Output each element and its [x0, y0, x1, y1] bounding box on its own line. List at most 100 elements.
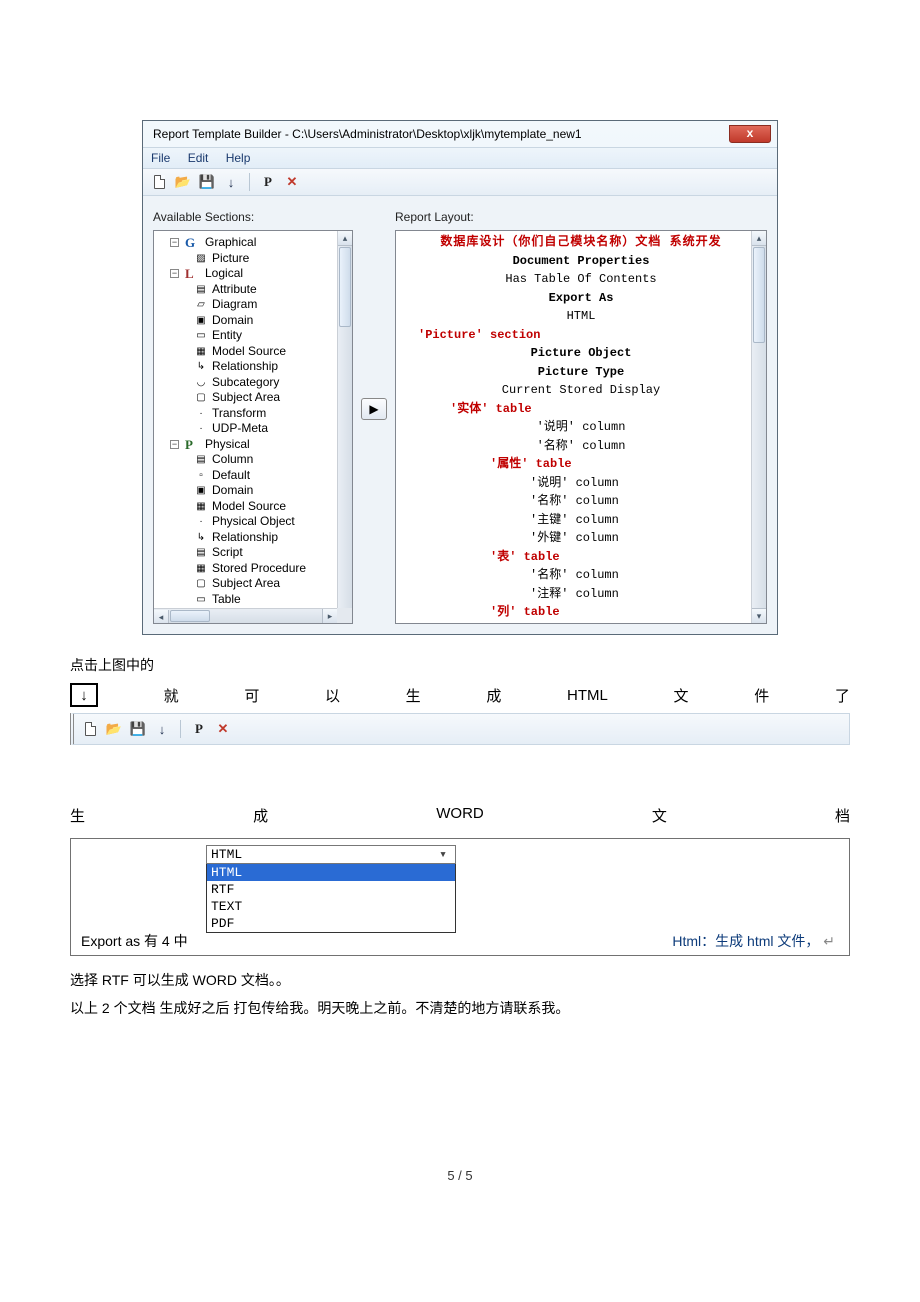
physical-object-icon: ·	[194, 516, 208, 528]
tree-graphical[interactable]: Graphical	[205, 235, 256, 251]
tree-relationship[interactable]: Relationship	[212, 359, 278, 375]
layout-has-toc[interactable]: Has Table Of Contents	[400, 270, 762, 289]
layout-col-name2[interactable]: '名称' column	[400, 492, 762, 511]
download-arrow-icon[interactable]: ↓	[154, 721, 170, 737]
scroll-thumb[interactable]	[170, 610, 210, 622]
layout-col-pk[interactable]: '主键' column	[400, 511, 762, 530]
layout-title[interactable]: 数据库设计（你们自己模块名称）文档 系统开发	[400, 233, 762, 252]
export-as-screenshot: Export as 有 4 中 HTML ▾ HTML RTF TEXT PDF…	[70, 838, 850, 956]
open-icon[interactable]: 📂	[175, 174, 191, 190]
scroll-up-icon[interactable]: ▴	[338, 231, 352, 246]
scroll-right-icon[interactable]: ▸	[322, 609, 337, 623]
save-icon[interactable]: 💾	[199, 174, 215, 190]
export-as-left-text: Export as 有 4 中	[71, 931, 188, 955]
report-layout-panel[interactable]: 数据库设计（你们自己模块名称）文档 系统开发 Document Properti…	[395, 230, 767, 624]
layout-col-name3[interactable]: '名称' column	[400, 566, 762, 585]
layout-col-fk[interactable]: '外键' column	[400, 529, 762, 548]
tree-default[interactable]: Default	[212, 468, 250, 484]
menu-file[interactable]: File	[151, 151, 170, 165]
tree-model-source[interactable]: Model Source	[212, 344, 286, 360]
export-right-note: Html：生成 html 文件， ↵	[672, 931, 835, 951]
layout-col-table[interactable]: '列' table	[400, 603, 762, 622]
dropdown-option-text[interactable]: TEXT	[207, 898, 455, 915]
tree-subject-area[interactable]: Subject Area	[212, 390, 280, 406]
expander-icon[interactable]: −	[170, 440, 179, 449]
tree-relationship2[interactable]: Relationship	[212, 530, 278, 546]
scroll-thumb[interactable]	[753, 247, 765, 343]
layout-export-as[interactable]: Export As	[400, 289, 762, 308]
layout-col-name[interactable]: '名称' column	[400, 437, 762, 456]
domain-icon: ▣	[194, 485, 208, 497]
tree-column[interactable]: Column	[212, 452, 253, 468]
tree-subject-area2[interactable]: Subject Area	[212, 576, 280, 592]
layout-current-stored[interactable]: Current Stored Display	[400, 381, 762, 400]
scroll-left-icon[interactable]: ◂	[154, 610, 169, 624]
dropdown-option-rtf[interactable]: RTF	[207, 881, 455, 898]
tree-attribute[interactable]: Attribute	[212, 282, 257, 298]
available-sections-tree[interactable]: −GGraphical ▨Picture −LLogical ▤Attribut…	[153, 230, 353, 624]
expander-icon[interactable]: −	[170, 238, 179, 247]
tree-h-scrollbar[interactable]: ◂ ▸	[154, 608, 337, 623]
layout-attr-table[interactable]: '属性' table	[400, 455, 762, 474]
dropdown-list[interactable]: HTML RTF TEXT PDF	[206, 864, 456, 933]
export-as-dropdown[interactable]: HTML ▾ HTML RTF TEXT PDF	[206, 845, 456, 933]
tree-udp-meta[interactable]: UDP-Meta	[212, 421, 268, 437]
open-icon[interactable]: 📂	[106, 721, 122, 737]
tree-domain[interactable]: Domain	[212, 313, 253, 329]
menu-edit[interactable]: Edit	[188, 151, 209, 165]
delete-x-icon[interactable]: ✕	[284, 174, 300, 190]
layout-col-comment[interactable]: '注释' column	[400, 585, 762, 604]
text: 生	[406, 685, 421, 706]
para-deadline-note: 以上 2 个文档 生成好之后 打包传给我。明天晚上之前。不清楚的地方请联系我。	[70, 998, 850, 1018]
tree-transform[interactable]: Transform	[212, 406, 266, 422]
new-icon[interactable]	[151, 174, 167, 190]
layout-picture-type[interactable]: Picture Type	[400, 363, 762, 382]
download-arrow-icon[interactable]: ↓	[223, 174, 239, 190]
dropdown-option-pdf[interactable]: PDF	[207, 915, 455, 932]
tree-subcategory[interactable]: Subcategory	[212, 375, 279, 391]
new-icon[interactable]	[82, 721, 98, 737]
p-icon[interactable]: P	[260, 174, 276, 190]
udp-meta-icon: ·	[194, 423, 208, 435]
tree-model-source2[interactable]: Model Source	[212, 499, 286, 515]
tree-picture[interactable]: Picture	[212, 251, 249, 267]
tree-diagram[interactable]: Diagram	[212, 297, 257, 313]
layout-picture-object[interactable]: Picture Object	[400, 344, 762, 363]
layout-col-desc[interactable]: '说明' column	[400, 418, 762, 437]
scroll-thumb[interactable]	[339, 247, 351, 327]
layout-table-table[interactable]: '表' table	[400, 548, 762, 567]
layout-entity-table[interactable]: '实体' table	[400, 400, 762, 419]
relationship-icon: ↳	[194, 361, 208, 373]
tree-physical[interactable]: Physical	[205, 437, 250, 453]
tree-v-scrollbar[interactable]: ▴ ▾	[337, 231, 352, 623]
text: 文	[674, 685, 689, 706]
layout-v-scrollbar[interactable]: ▴ ▾	[751, 231, 766, 623]
scroll-up-icon[interactable]: ▴	[752, 231, 766, 246]
expander-icon[interactable]: −	[170, 269, 179, 278]
subcategory-icon: ◡	[194, 376, 208, 388]
dropdown-option-html[interactable]: HTML	[207, 864, 455, 881]
report-layout-label: Report Layout:	[395, 210, 767, 224]
page-number: 5 / 5	[70, 1168, 850, 1183]
tree-entity[interactable]: Entity	[212, 328, 242, 344]
tree-logical[interactable]: Logical	[205, 266, 243, 282]
layout-html[interactable]: HTML	[400, 307, 762, 326]
close-button[interactable]: x	[729, 125, 771, 143]
layout-doc-props[interactable]: Document Properties	[400, 252, 762, 271]
delete-x-icon[interactable]: ✕	[215, 721, 231, 737]
tree-script[interactable]: Script	[212, 545, 243, 561]
tree-table[interactable]: Table	[212, 592, 241, 608]
save-icon[interactable]: 💾	[130, 721, 146, 737]
layout-picture-section[interactable]: 'Picture' section	[400, 326, 762, 345]
dropdown-field[interactable]: HTML ▾	[206, 845, 456, 864]
layout-col-desc2[interactable]: '说明' column	[400, 474, 762, 493]
menu-help[interactable]: Help	[226, 151, 251, 165]
add-to-layout-button[interactable]: ▶	[361, 398, 387, 420]
tree-physical-object[interactable]: Physical Object	[212, 514, 295, 530]
download-arrow-button[interactable]: ↓	[70, 683, 98, 707]
p-icon[interactable]: P	[191, 721, 207, 737]
scroll-down-icon[interactable]: ▾	[752, 608, 766, 623]
tree-stored-procedure[interactable]: Stored Procedure	[212, 561, 306, 577]
tree-domain2[interactable]: Domain	[212, 483, 253, 499]
chevron-down-icon[interactable]: ▾	[435, 847, 451, 862]
